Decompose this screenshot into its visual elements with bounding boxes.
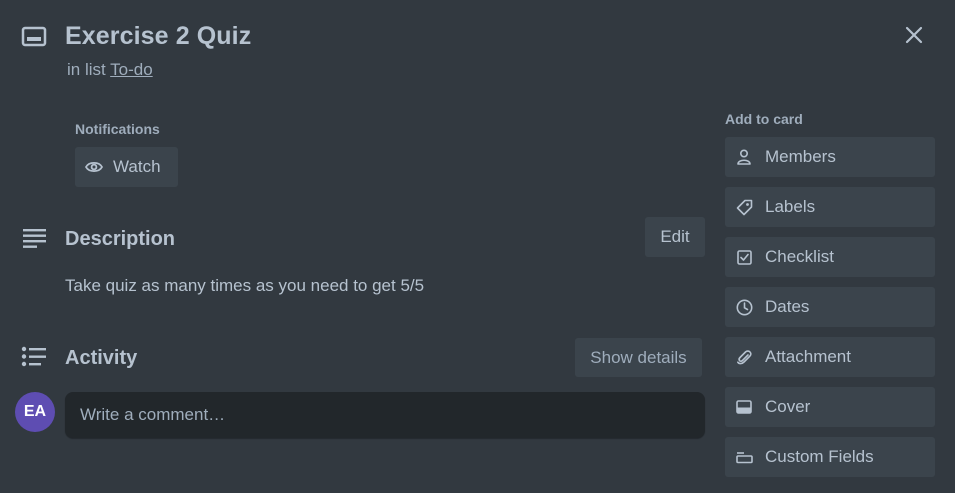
custom-fields-label: Custom Fields [765, 447, 874, 466]
eye-icon [85, 161, 103, 173]
person-icon [735, 148, 753, 166]
members-label: Members [765, 147, 836, 166]
dates-label: Dates [765, 297, 810, 316]
cover-button[interactable]: Cover [725, 387, 935, 427]
description-text[interactable]: Take quiz as many times as you need to g… [65, 276, 424, 296]
description-icon [22, 227, 47, 254]
comment-input[interactable]: Write a comment… [65, 392, 705, 438]
labels-label: Labels [765, 197, 816, 216]
attachment-button[interactable]: Attachment [725, 337, 935, 377]
show-details-button[interactable]: Show details [575, 338, 702, 377]
list-link[interactable]: To-do [110, 60, 153, 79]
close-icon [905, 26, 923, 44]
add-to-card-label: Add to card [725, 111, 803, 127]
description-heading: Description [65, 228, 176, 250]
cover-label: Cover [765, 397, 811, 416]
checklist-button[interactable]: Checklist [725, 237, 935, 277]
close-button[interactable] [898, 19, 930, 51]
tag-icon [735, 198, 753, 216]
card-title[interactable]: Exercise 2 Quiz [65, 22, 251, 51]
in-list-text: in list To-do [67, 60, 153, 80]
cover-icon [735, 398, 753, 416]
notifications-label: Notifications [75, 121, 160, 137]
watch-button[interactable]: Watch [75, 147, 178, 187]
dates-button[interactable]: Dates [725, 287, 935, 327]
members-button[interactable]: Members [725, 137, 935, 177]
in-list-prefix: in list [67, 60, 106, 79]
activity-icon [21, 346, 47, 373]
watch-label: Watch [113, 157, 161, 176]
attachment-label: Attachment [765, 347, 851, 366]
paperclip-icon [735, 348, 753, 366]
checklist-label: Checklist [765, 247, 834, 266]
custom-fields-button[interactable]: Custom Fields [725, 437, 935, 477]
edit-description-button[interactable]: Edit [645, 217, 705, 257]
activity-heading: Activity [65, 347, 138, 369]
custom-fields-icon [735, 448, 753, 466]
avatar[interactable]: EA [15, 392, 55, 432]
clock-icon [735, 298, 753, 316]
labels-button[interactable]: Labels [725, 187, 935, 227]
checkbox-icon [735, 248, 753, 266]
card-icon [21, 24, 47, 50]
